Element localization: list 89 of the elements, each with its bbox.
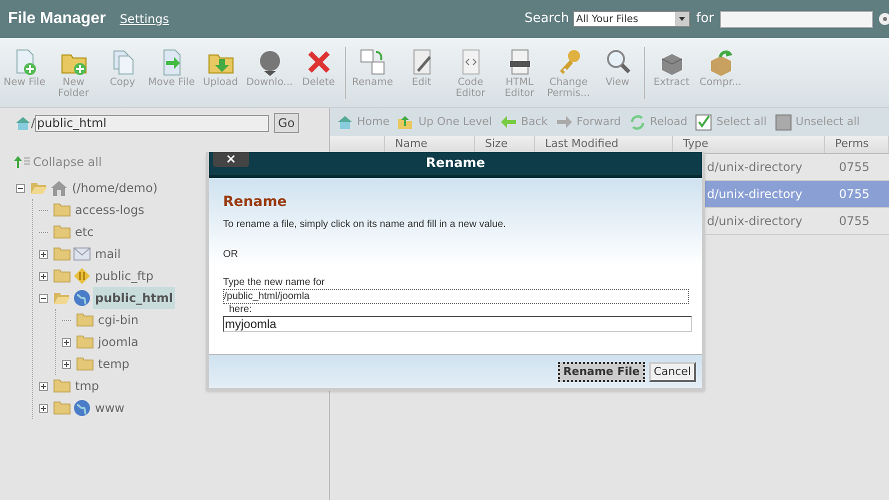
tree-item[interactable]: temp [96,355,132,373]
gear-icon[interactable] [877,12,889,26]
house-icon [50,179,68,197]
app-title: File Manager [8,9,106,29]
collapse-toggle[interactable] [16,184,25,192]
search-field[interactable] [720,10,873,28]
toolbar-button[interactable]: Move File [147,47,196,99]
dialog-button[interactable]: Rename File [558,362,645,382]
table-cell-text: d/unix-directory [706,213,804,230]
toolbar-button[interactable]: Extract [647,47,696,88]
expand-toggle[interactable] [62,360,71,368]
collapse-all-button[interactable]: Collapse all [33,153,102,171]
table-cell-text: d/unix-directory [706,159,804,176]
folder-icon [53,247,71,261]
column-header[interactable]: Perms [825,136,889,153]
expand-toggle[interactable] [62,338,71,346]
folder-up-icon [397,114,414,130]
reload-icon [628,114,646,130]
tree-item[interactable]: tmp [73,377,102,395]
toolbar-button[interactable]: Rename [348,47,397,99]
search-scope-select[interactable]: All Your Files [573,11,690,27]
path-prefix: / [31,115,36,132]
right-arrow-icon [556,114,573,130]
instructions-text: To rename a file, simply click on its name and fill in a new value. [223,218,507,232]
tree-item[interactable]: joomla [96,333,140,351]
left-arrow-icon [500,114,517,130]
tree-item[interactable]: etc [73,223,96,241]
toolbar-button[interactable]: Delete [294,47,343,99]
for-label: for [696,10,714,28]
dialog-button[interactable]: Cancel [648,362,696,382]
tree-item[interactable]: public_html [93,287,175,309]
globe-icon [73,289,91,307]
folder-icon [76,313,94,327]
tree-item[interactable]: mail [93,245,123,263]
tree-item[interactable]: access-logs [73,201,146,219]
diamond-arrows-icon [73,267,91,285]
table-cell-text: 0755 [838,186,870,203]
collapse-icon [14,156,30,168]
table-cell-text: 0755 [838,159,870,176]
toolbar-button[interactable]: Downlo... [245,47,294,99]
toolbar-button[interactable]: New Folder [49,47,98,99]
toolbar-button[interactable]: View [593,47,642,99]
open-folder-icon [53,291,71,305]
tree-item[interactable]: public_ftp [93,267,156,285]
collapse-toggle[interactable] [39,294,48,302]
new-name-field[interactable]: myjoomla [223,316,692,332]
expand-toggle[interactable] [39,382,48,390]
folder-icon [53,225,71,239]
toolbar-button[interactable]: HTML Editor [495,47,544,99]
tree-item[interactable]: www [93,399,126,417]
table-cell-text: d/unix-directory [706,186,804,203]
go-button[interactable]: Go [274,113,299,133]
close-button[interactable]: × [213,152,249,167]
search-label: Search [524,10,570,28]
table-cell-text: 0755 [838,213,870,230]
dialog-title: Rename [426,154,486,173]
prompt-text: Type the new name for [223,277,326,289]
toolbar-button[interactable]: Upload [196,47,245,99]
toolbar-button[interactable]: New File [0,47,49,99]
folder-icon [53,379,71,393]
tree-item[interactable]: cgi-bin [96,311,140,329]
checkbox-icon [774,114,792,130]
toolbar-button[interactable]: Copy [98,47,147,99]
toolbar-button[interactable]: Change Permis... [544,47,593,99]
file-path: /public_html/joomla [223,289,689,304]
expand-toggle[interactable] [39,404,48,412]
path-field[interactable]: public_html [35,114,270,132]
envelope-icon [73,246,91,262]
globe-icon [73,399,91,417]
rename-icon [358,47,388,77]
folder-icon [53,269,71,283]
expand-toggle[interactable] [39,250,48,258]
toolbar-button[interactable]: Compr... [696,47,745,88]
folder-icon [76,335,94,349]
checkbox-icon [695,114,712,130]
settings-link[interactable]: Settings [120,10,170,28]
toolbar-button[interactable]: Edit [397,47,446,99]
expand-toggle[interactable] [39,272,48,280]
here-label: here: [228,304,253,316]
tree-item[interactable]: (/home/demo) [70,179,160,197]
folder-icon [76,357,94,371]
or-text: OR [223,248,239,262]
open-folder-icon [30,181,48,195]
dialog-heading: Rename [223,193,288,212]
folder-icon [53,401,71,415]
house-icon [336,114,353,130]
toolbar-button[interactable]: Code Editor [446,47,495,99]
folder-icon [53,203,71,217]
house-icon [14,114,31,132]
